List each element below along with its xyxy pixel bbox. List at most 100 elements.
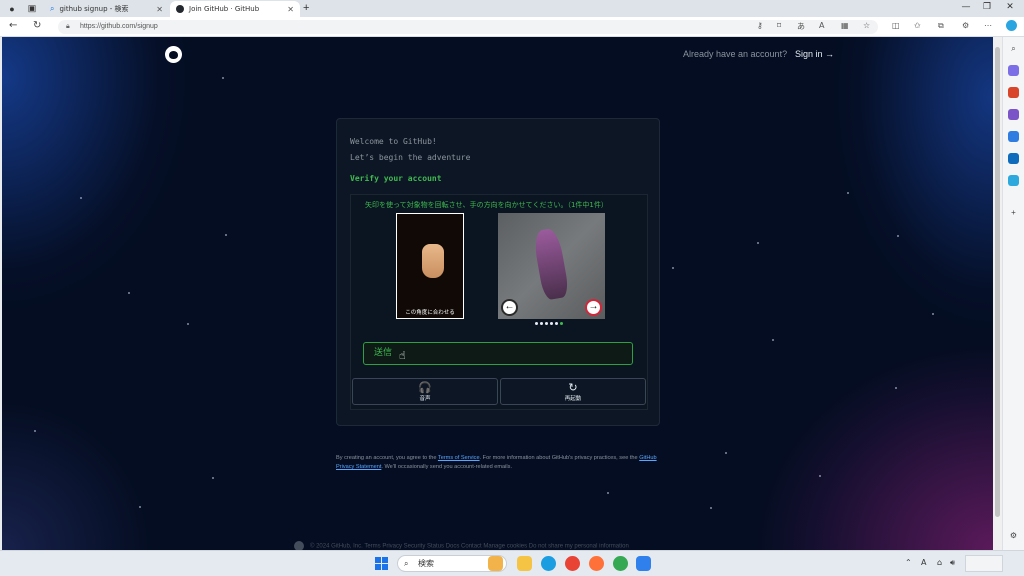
ime-indicator-icon[interactable]: A	[921, 558, 926, 567]
games-icon[interactable]	[1008, 109, 1019, 120]
sign-in-link[interactable]: Sign in →	[795, 49, 834, 59]
close-icon[interactable]: ✕	[156, 5, 163, 14]
search-icon: ⌕	[404, 559, 409, 568]
progress-dot	[545, 322, 548, 325]
taskbar-search-placeholder: 検索	[418, 559, 434, 568]
progress-dot	[540, 322, 543, 325]
signup-card: Welcome to GitHub! Let’s begin the adven…	[336, 118, 660, 426]
submit-label: 送信	[374, 348, 393, 358]
drop-icon[interactable]	[1008, 175, 1019, 186]
chrome-icon[interactable]	[565, 556, 580, 571]
firefox-icon[interactable]	[589, 556, 604, 571]
close-window-icon[interactable]: ✕	[1003, 2, 1017, 15]
url-text: https://github.com/signup	[80, 23, 158, 30]
terms-text: . We'll occasionally send you account-re…	[381, 464, 513, 470]
tab-actions-icon[interactable]: ▣	[25, 2, 39, 15]
immersive-reader-icon[interactable]: ⌑	[777, 21, 781, 30]
restore-icon[interactable]: ❐	[980, 2, 994, 15]
address-bar[interactable]: 🔒︎ https://github.com/signup	[58, 20, 878, 34]
microsoft365-icon[interactable]	[1008, 131, 1019, 142]
more-options-icon[interactable]: ⋯	[984, 21, 992, 30]
browser-tab-bar: ● ▣ ⌕ github signup - 検索 ✕ Join GitHub ·…	[0, 0, 1024, 17]
headphones-icon: 🎧	[418, 381, 432, 394]
close-icon[interactable]: ✕	[287, 5, 294, 14]
add-sidebar-icon[interactable]: +	[1008, 207, 1019, 218]
favorite-star-icon[interactable]: ☆	[863, 21, 870, 30]
file-explorer-icon[interactable]	[517, 556, 532, 571]
shopping-icon[interactable]	[1008, 65, 1019, 76]
audio-label: 音声	[419, 396, 431, 402]
reference-caption: この角度に合わせる	[405, 310, 455, 316]
tab-title: Join GitHub · GitHub	[189, 5, 260, 13]
volume-icon[interactable]: 🔊︎	[950, 558, 955, 568]
terms-of-service-link[interactable]: Terms of Service	[438, 455, 480, 461]
star-decoration	[212, 477, 214, 479]
page-scrollbar[interactable]	[993, 37, 1002, 550]
vscode-icon[interactable]	[636, 556, 651, 571]
star-decoration	[710, 507, 712, 509]
tools-icon[interactable]	[1008, 87, 1019, 98]
verify-heading: Verify your account	[350, 174, 442, 183]
motorcycle-figure	[532, 227, 570, 301]
translate-icon[interactable]: あ	[797, 21, 805, 32]
already-have-account-text: Already have an account?	[683, 49, 788, 59]
lock-icon: 🔒︎	[66, 23, 70, 30]
split-screen-icon[interactable]: ◫	[892, 21, 900, 30]
star-decoration	[725, 452, 727, 454]
star-decoration	[757, 242, 759, 244]
restart-icon: ↻	[568, 381, 578, 394]
submit-button[interactable]: 送信 ☝	[363, 342, 633, 365]
star-decoration	[895, 387, 897, 389]
rotate-left-button[interactable]: ←	[501, 299, 518, 316]
sidebar-settings-icon[interactable]: ⚙	[1008, 530, 1019, 541]
copilot-icon[interactable]	[1006, 20, 1017, 31]
outlook-icon[interactable]	[1008, 153, 1019, 164]
star-decoration	[847, 192, 849, 194]
scroll-thumb[interactable]	[995, 47, 1000, 517]
welcome-line: Welcome to GitHub!	[350, 137, 437, 146]
progress-dot	[560, 322, 563, 325]
extensions-icon[interactable]: ⚙	[962, 21, 969, 30]
star-decoration	[932, 313, 934, 315]
edge-icon[interactable]	[541, 556, 556, 571]
progress-dot	[535, 322, 538, 325]
app-available-icon[interactable]: ▦	[841, 21, 849, 30]
refresh-icon[interactable]: ↻	[33, 20, 41, 31]
github-icon	[176, 5, 184, 13]
clock-area[interactable]	[965, 555, 1003, 572]
captcha-instruction: 矢印を使って対象物を回転させ、手の方向を向かせてください。（1件中1件）	[365, 201, 608, 209]
progress-dot	[555, 322, 558, 325]
star-decoration	[672, 267, 674, 269]
star-decoration	[225, 234, 227, 236]
favorites-icon[interactable]: ✩	[914, 21, 921, 30]
chrome-alt-icon[interactable]	[613, 556, 628, 571]
collections-icon[interactable]: ⧉	[938, 21, 944, 31]
passwords-icon[interactable]: ⚷	[757, 21, 763, 30]
network-icon[interactable]: ⌂	[937, 558, 942, 567]
windows-taskbar: ⌕ 検索 ⌃ A ⌂ 🔊︎	[0, 550, 1024, 576]
back-icon[interactable]: ←	[9, 20, 17, 31]
github-logo-icon[interactable]	[165, 46, 182, 63]
search-icon[interactable]: ⌕	[1008, 43, 1019, 54]
start-button[interactable]	[375, 557, 388, 570]
hand-figure	[422, 244, 444, 278]
profile-icon[interactable]: ●	[5, 2, 19, 15]
restart-challenge-button[interactable]: ↻ 再起動	[500, 378, 646, 405]
welcome-line: Let’s begin the adventure	[350, 153, 471, 162]
github-footer-icon	[294, 541, 304, 550]
restart-label: 再起動	[564, 396, 582, 402]
audio-challenge-button[interactable]: 🎧 音声	[352, 378, 498, 405]
address-toolbar: ← ↻ 🔒︎ https://github.com/signup ⚷ ⌑ あ A…	[0, 17, 1024, 37]
rotate-right-button[interactable]: →	[585, 299, 602, 316]
read-aloud-icon[interactable]: A	[819, 21, 824, 30]
new-tab-button[interactable]: +	[303, 2, 309, 14]
star-decoration	[772, 339, 774, 341]
page-footer: © 2024 GitHub, Inc. Terms Privacy Securi…	[294, 541, 629, 550]
tab-github-signup[interactable]: Join GitHub · GitHub ✕	[170, 1, 300, 17]
widgets-icon[interactable]	[488, 556, 503, 571]
reference-image: この角度に合わせる	[396, 213, 464, 319]
minimize-icon[interactable]: —	[959, 2, 973, 15]
tab-bing-search[interactable]: ⌕ github signup - 検索 ✕	[44, 1, 169, 17]
tab-title: github signup - 検索	[59, 5, 129, 13]
tray-overflow-icon[interactable]: ⌃	[905, 558, 912, 567]
